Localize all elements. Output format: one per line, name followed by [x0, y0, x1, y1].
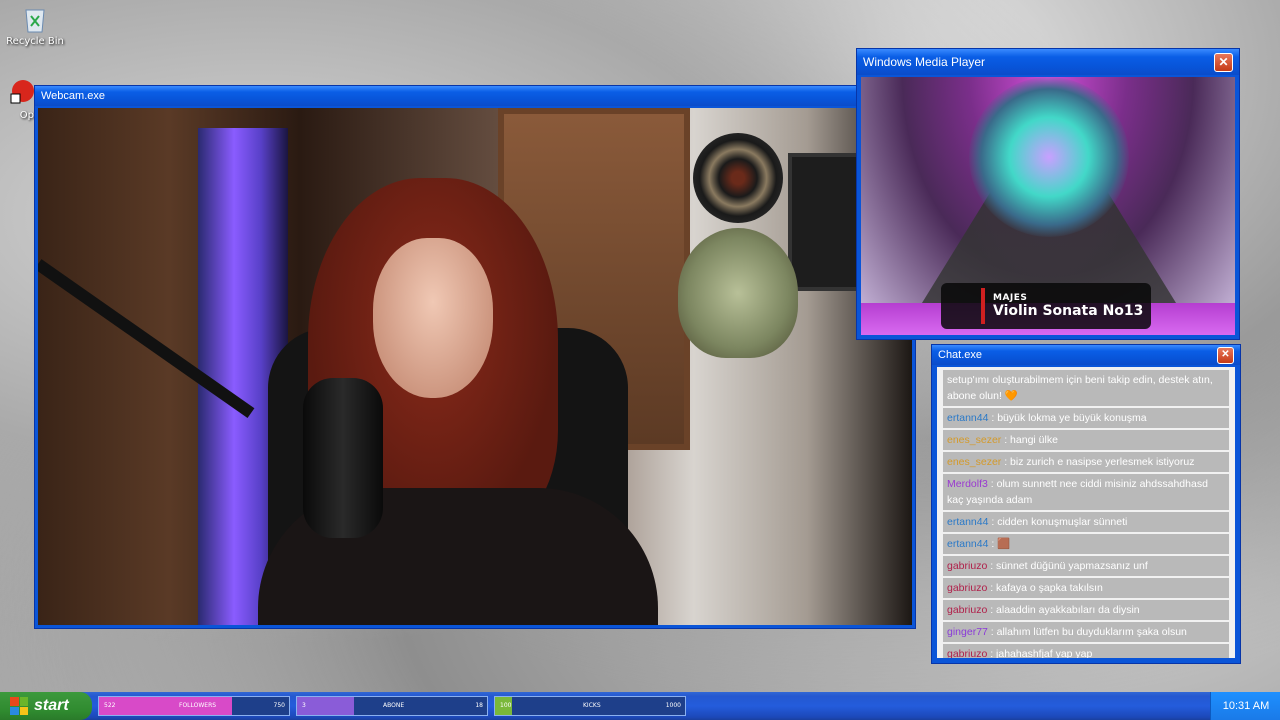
microphone — [303, 378, 383, 538]
desktop-icon-label: Recycle Bin — [6, 36, 64, 47]
start-label: start — [34, 697, 69, 714]
streamer-face — [373, 238, 493, 398]
webcam-titlebar[interactable]: Webcam.exe — [35, 86, 915, 106]
goal-bar-abone: 3 ABONE 18 — [296, 696, 488, 716]
chat-username[interactable]: gabriuzo — [947, 560, 987, 572]
chat-username[interactable]: ertann44 — [947, 516, 988, 528]
recycle-bin-icon — [22, 4, 48, 34]
goal-current: 3 — [302, 702, 306, 709]
chat-username[interactable]: enes_sezer — [947, 456, 1001, 468]
chat-message: gabriuzo : sünnet düğünü yapmazsanız unf — [943, 556, 1229, 576]
chat-username[interactable]: gabriuzo — [947, 648, 987, 658]
taskbar: start 522 FOLLOWERS 750 3 ABONE 18 100 K… — [0, 692, 1280, 720]
chat-text: : sünnet düğünü yapmazsanız unf — [987, 560, 1148, 572]
chat-username[interactable]: enes_sezer — [947, 434, 1001, 446]
goal-bar-kicks: 100 KICKS 1000 — [494, 696, 686, 716]
now-playing-artist: MAJES — [993, 293, 1028, 303]
album-art-icon — [981, 288, 985, 324]
chat-text: : allahım lütfen bu duyduklarım şaka ols… — [987, 626, 1187, 638]
clock: 10:31 AM — [1222, 700, 1270, 712]
goal-label: ABONE — [383, 702, 405, 709]
chat-text: : jahahashfjaf yap yap — [987, 648, 1093, 658]
close-icon: ✕ — [1218, 55, 1229, 69]
chat-message: ertann44 : 🟫 — [943, 534, 1229, 554]
chat-message: Merdolf3 : olum sunnett nee ciddi misini… — [943, 474, 1229, 510]
system-tray[interactable]: 10:31 AM — [1210, 692, 1280, 720]
chat-text: : hangi ülke — [1001, 434, 1058, 446]
goal-label: FOLLOWERS — [179, 702, 217, 709]
chat-text: : kafaya o şapka takılsın — [987, 582, 1103, 594]
app-shortcut-icon — [9, 78, 35, 108]
window-title: Webcam.exe — [41, 90, 105, 102]
chat-message: enes_sezer : biz zurich e nasipse yerles… — [943, 452, 1229, 472]
chat-message: ginger77 : allahım lütfen bu duyduklarım… — [943, 622, 1229, 642]
close-button[interactable]: ✕ — [1214, 52, 1233, 72]
now-playing-card: MAJES Violin Sonata No13 — [941, 283, 1151, 329]
chat-username[interactable]: gabriuzo — [947, 582, 987, 594]
chat-titlebar[interactable]: Chat.exe ✕ — [932, 345, 1240, 365]
windows-logo-icon — [10, 697, 28, 715]
goal-target: 18 — [475, 702, 483, 709]
goal-label: KICKS — [583, 702, 601, 709]
close-button[interactable]: ✕ — [1217, 346, 1234, 364]
chat-message: enes_sezer : hangi ülke — [943, 430, 1229, 450]
chat-username[interactable]: ertann44 — [947, 538, 988, 550]
chat-text: setup'ımı oluşturabilmem için beni takip… — [947, 374, 1213, 402]
goal-target: 1000 — [665, 702, 681, 709]
chat-username[interactable]: Merdolf3 — [947, 478, 988, 490]
chat-window[interactable]: Chat.exe ✕ setup'ımı oluşturabilmem için… — [931, 344, 1241, 664]
chat-message-list[interactable]: setup'ımı oluşturabilmem için beni takip… — [937, 367, 1235, 658]
background-dartboard — [693, 133, 783, 223]
desktop-icon-recycle-bin[interactable]: Recycle Bin — [0, 4, 70, 47]
chat-username[interactable]: ertann44 — [947, 412, 988, 424]
media-player-titlebar[interactable]: Windows Media Player ✕ — [857, 49, 1239, 75]
goal-current: 522 — [104, 702, 116, 709]
chat-message: ertann44 : büyük lokma ye büyük konuşma — [943, 408, 1229, 428]
chat-message: gabriuzo : kafaya o şapka takılsın — [943, 578, 1229, 598]
window-title: Windows Media Player — [863, 55, 986, 69]
chat-message: gabriuzo : alaaddin ayakkabıları da diys… — [943, 600, 1229, 620]
chat-username[interactable]: gabriuzo — [947, 604, 987, 616]
start-button[interactable]: start — [0, 692, 92, 720]
chat-text: : alaaddin ayakkabıları da diysin — [987, 604, 1140, 616]
goal-target: 750 — [273, 702, 285, 709]
goal-bar-followers: 522 FOLLOWERS 750 — [98, 696, 290, 716]
background-plush — [678, 228, 798, 358]
chat-text: : 🟫 — [988, 538, 1011, 550]
visualizer-glow — [969, 77, 1129, 237]
chat-message: gabriuzo : jahahashfjaf yap yap — [943, 644, 1229, 658]
goal-current: 100 — [500, 702, 512, 709]
chat-text: : cidden konuşmuşlar sünneti — [988, 516, 1128, 528]
close-icon: ✕ — [1221, 349, 1230, 360]
webcam-video-feed — [38, 108, 912, 625]
chat-message: ertann44 : cidden konuşmuşlar sünneti — [943, 512, 1229, 532]
now-playing-song: Violin Sonata No13 — [993, 303, 1144, 319]
chat-text: : biz zurich e nasipse yerlesmek istiyor… — [1001, 456, 1195, 468]
chat-message: setup'ımı oluşturabilmem için beni takip… — [943, 370, 1229, 406]
chat-username[interactable]: ginger77 — [947, 626, 988, 638]
media-player-window[interactable]: Windows Media Player ✕ MAJES Violin Sona… — [856, 48, 1240, 340]
webcam-window[interactable]: Webcam.exe — [34, 85, 916, 629]
window-title: Chat.exe — [938, 349, 983, 361]
chat-text: : büyük lokma ye büyük konuşma — [988, 412, 1147, 424]
visualizer: MAJES Violin Sonata No13 — [861, 77, 1235, 335]
